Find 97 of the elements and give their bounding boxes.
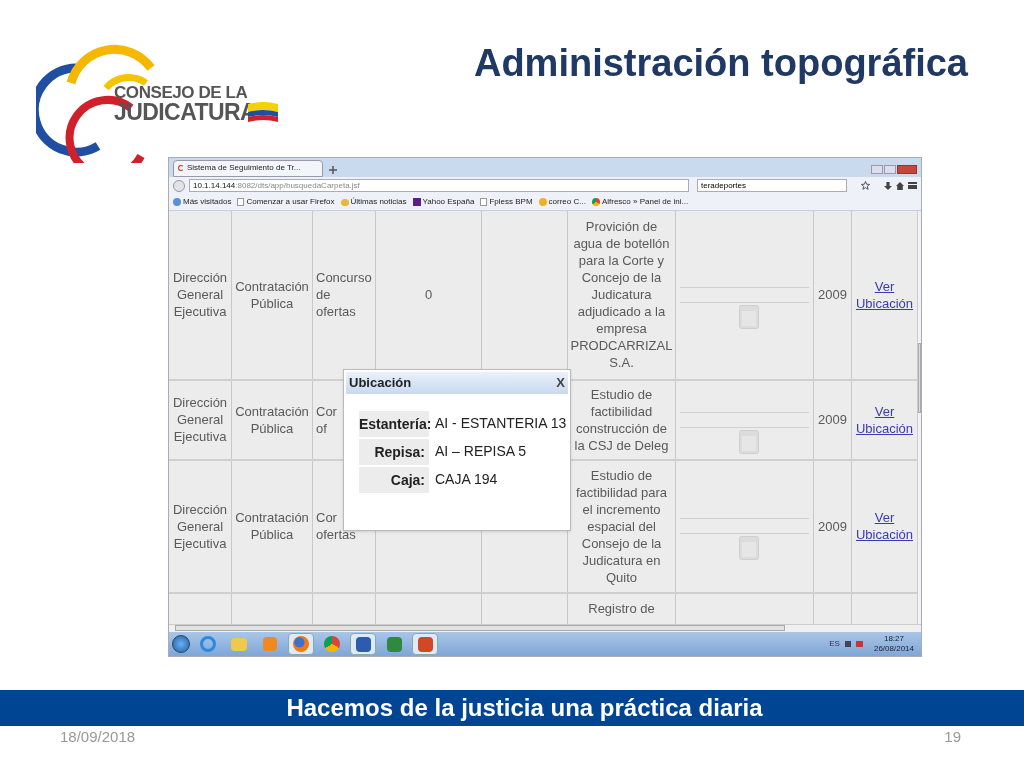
chrome-icon <box>591 198 600 207</box>
field-value: AI - ESTANTERIA 13 <box>434 414 567 434</box>
cell-text: 0 <box>424 286 433 305</box>
new-tab-icon[interactable] <box>329 165 337 174</box>
slide-title: Administración topográfica <box>473 44 968 82</box>
chrome-icon <box>324 636 340 653</box>
cell-text: Contratación <box>235 402 309 420</box>
bookmark[interactable]: correo C... <box>538 196 586 209</box>
search-field[interactable]: teradeportes <box>697 179 847 193</box>
cell-text: Dirección <box>172 394 228 412</box>
calendar-icon <box>739 429 759 454</box>
slide-number: 19 <box>944 727 961 747</box>
taskbar-app[interactable] <box>412 633 438 656</box>
cell-text: Cor <box>316 402 337 420</box>
cell-text: factibilidad <box>590 402 653 420</box>
calendar-icon <box>739 304 759 329</box>
cell-text: de <box>316 286 331 304</box>
calendar-icon <box>739 536 759 561</box>
cell-text: la CSJ de Deleg <box>574 436 669 454</box>
cell-text: Cor <box>316 509 337 527</box>
back-icon[interactable] <box>173 179 185 192</box>
cell-text: Estudio de <box>590 385 653 403</box>
close-button[interactable] <box>897 164 917 174</box>
cell-text: Pública <box>250 419 294 437</box>
cell-text: PRODCARRIZAL <box>570 337 673 355</box>
cell-text: construcción de <box>575 419 667 437</box>
cell-text: Contratación <box>235 277 309 295</box>
cell-text: General <box>176 517 224 535</box>
cell-text: Provición de <box>585 218 658 236</box>
close-button[interactable]: X <box>556 373 565 393</box>
cell-text: 2009 <box>818 411 847 430</box>
bookmark[interactable]: Últimas noticias <box>340 196 407 209</box>
browser-tab[interactable]: Sistema de Seguimiento de Tr... <box>173 159 323 177</box>
cell-text: S.A. <box>609 354 634 372</box>
cell-text: Dirección <box>172 269 228 287</box>
bookmark[interactable]: Más visitados <box>173 196 232 209</box>
cell-text: ofertas <box>316 526 356 544</box>
language-indicator[interactable]: ES <box>829 638 840 651</box>
dialog-title: Ubicación <box>349 374 412 393</box>
cell-text: of <box>316 419 327 437</box>
cell-text: 2009 <box>818 286 847 305</box>
taskbar-app[interactable] <box>288 633 314 656</box>
cell-text: Pública <box>250 526 294 544</box>
slide-date: 18/09/2018 <box>60 727 136 747</box>
download-icon[interactable] <box>884 181 892 190</box>
cell-text: Registro de <box>588 600 655 618</box>
field-label: Estantería: <box>359 410 429 437</box>
bookmark[interactable]: Yahoo España <box>412 196 475 209</box>
taskbar-app[interactable] <box>350 633 376 656</box>
page-icon <box>480 198 488 207</box>
menu-icon[interactable] <box>908 182 917 190</box>
vertical-scrollbar[interactable] <box>917 210 921 625</box>
address-field[interactable]: 10.1.14.144:8082/dts/app/busquedaCarpeta.jsf <box>189 179 689 193</box>
cell-text: Quito <box>605 568 638 586</box>
slogan: Hacemos de la justicia una práctica diaria <box>286 693 763 723</box>
cell-text: Judicatura <box>591 286 652 304</box>
field-label: Caja: <box>359 466 429 493</box>
field-value: CAJA 194 <box>434 470 498 490</box>
bookmark[interactable]: Fpless BPM <box>480 196 533 209</box>
cell-text: Judicatura en <box>582 551 661 569</box>
cell-text: Ejecutiva <box>173 303 227 321</box>
cell-text: adjudicado a la <box>577 303 666 321</box>
browser-icon <box>200 636 216 653</box>
location-link[interactable]: Ver Ubicación <box>852 402 917 437</box>
cell-text: General <box>176 286 224 304</box>
location-link[interactable]: Ver Ubicación <box>852 509 917 544</box>
cell-text: Pública <box>250 294 294 312</box>
cell-text: ofertas <box>316 303 356 321</box>
cell-text: 2009 <box>818 517 847 536</box>
cell-text: Consejo de la <box>581 534 662 552</box>
logo-text: CONSEJO DE LA <box>114 84 249 101</box>
cell-text: Concejo de la <box>581 269 662 287</box>
cell-text: factibilidad para <box>575 483 668 501</box>
location-link[interactable]: Ver Ubicación <box>852 277 917 312</box>
cell-text: el incremento <box>582 500 661 518</box>
cell-text: Dirección <box>172 500 228 518</box>
cell-text: Concurso <box>316 269 372 287</box>
bookmark[interactable]: Comenzar a usar Firefox <box>237 196 335 209</box>
cell-text: Ejecutiva <box>173 428 227 446</box>
cell-text: agua de botellón <box>573 235 670 253</box>
cell-text: General <box>176 411 224 429</box>
page-icon <box>237 198 245 207</box>
bookmark[interactable]: Alfresco » Panel de ini... <box>591 196 689 209</box>
clock-time[interactable]: 18:27 <box>883 634 904 645</box>
cell-text: espacial del <box>587 517 656 535</box>
minimize-button[interactable] <box>871 164 883 174</box>
cell-text: Ejecutiva <box>173 534 227 552</box>
cell-text: empresa <box>596 320 647 338</box>
cell-text: para la Corte y <box>578 252 665 270</box>
start-button[interactable] <box>172 635 190 654</box>
field-label: Repisa: <box>359 438 429 465</box>
cell-text: Estudio de <box>590 466 653 484</box>
clock-date[interactable]: 26/08/2014 <box>873 644 914 655</box>
home-icon[interactable] <box>896 181 904 190</box>
field-value: AI – REPISA 5 <box>434 442 527 462</box>
cell-text: Contratación <box>235 509 309 527</box>
maximize-button[interactable] <box>884 164 896 174</box>
